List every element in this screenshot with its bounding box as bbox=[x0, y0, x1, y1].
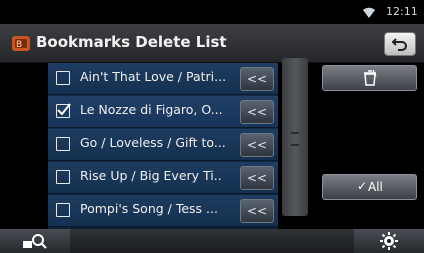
trash-icon bbox=[364, 69, 377, 86]
status-bar: 12:11 bbox=[0, 0, 424, 24]
list-item-label: Rise Up / Big Every Ti.. bbox=[80, 168, 222, 183]
search-button[interactable] bbox=[0, 229, 70, 253]
list-item-label: Ain't That Love / Patri... bbox=[80, 69, 227, 84]
list-item-label: Pompi's Song / Tess ... bbox=[80, 201, 218, 216]
checkbox[interactable] bbox=[56, 170, 70, 184]
select-all-button[interactable]: ✓ All bbox=[322, 174, 417, 200]
list-item[interactable]: Ain't That Love / Patri... << bbox=[48, 63, 278, 95]
play-button[interactable]: << bbox=[240, 100, 274, 124]
list-item-label: Go / Loveless / Gift to... bbox=[80, 135, 226, 150]
play-button[interactable]: << bbox=[240, 199, 274, 223]
checkbox[interactable] bbox=[56, 137, 70, 151]
svg-text:B: B bbox=[16, 40, 22, 50]
page-title: Bookmarks Delete List bbox=[36, 33, 227, 51]
check-icon: ✓ bbox=[357, 179, 368, 193]
search-icon bbox=[23, 234, 47, 249]
settings-button[interactable] bbox=[354, 229, 424, 253]
play-button[interactable]: << bbox=[240, 67, 274, 91]
checkbox[interactable] bbox=[56, 71, 70, 85]
play-button[interactable]: << bbox=[240, 166, 274, 190]
list-item[interactable]: Pompi's Song / Tess ... << bbox=[48, 195, 278, 227]
title-bar: B Bookmarks Delete List bbox=[0, 24, 424, 63]
list-item[interactable]: Rise Up / Big Every Ti.. << bbox=[48, 162, 278, 194]
delete-button[interactable] bbox=[322, 65, 417, 91]
check-icon bbox=[57, 103, 71, 116]
list-item[interactable]: Le Nozze di Figaro, O... << bbox=[48, 96, 278, 128]
back-arrow-icon bbox=[392, 38, 407, 51]
bookmark-icon: B bbox=[12, 36, 30, 51]
scroll-grip[interactable] bbox=[291, 132, 299, 146]
list-item[interactable]: Go / Loveless / Gift to... << bbox=[48, 129, 278, 161]
list-item-label: Le Nozze di Figaro, O... bbox=[80, 102, 223, 117]
gear-icon bbox=[380, 232, 398, 250]
checkbox[interactable] bbox=[56, 203, 70, 217]
wifi-icon bbox=[363, 7, 375, 18]
play-button[interactable]: << bbox=[240, 133, 274, 157]
back-button[interactable] bbox=[384, 32, 416, 56]
checkbox[interactable] bbox=[56, 103, 71, 118]
select-all-label: All bbox=[368, 180, 383, 194]
scrollbar[interactable] bbox=[282, 58, 308, 216]
clock: 12:11 bbox=[386, 5, 418, 18]
